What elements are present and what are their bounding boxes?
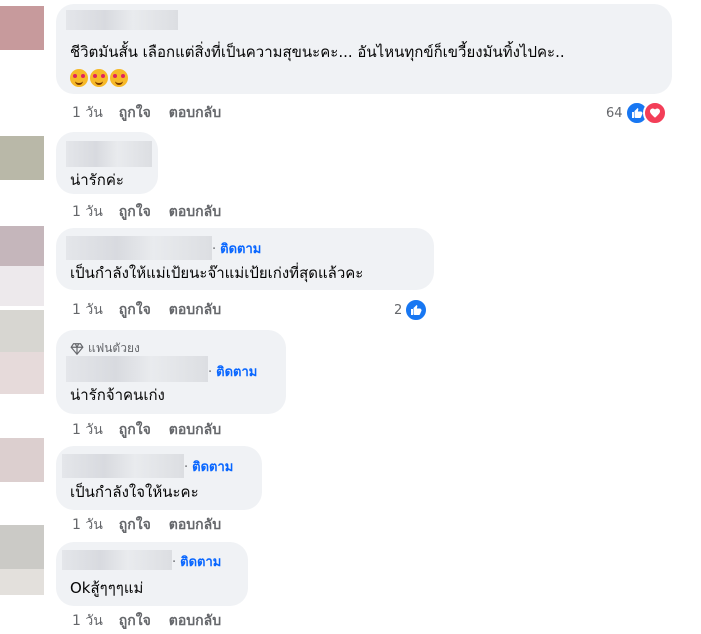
- thumbs-up-icon: [404, 298, 429, 322]
- commenter-name[interactable]: [66, 356, 208, 382]
- reply-button[interactable]: ตอบกลับ: [169, 302, 221, 318]
- timestamp-link[interactable]: 1 วัน: [72, 517, 103, 533]
- avatar[interactable]: [0, 136, 44, 180]
- comment-actions: 1 วัน ถูกใจ ตอบกลับ: [72, 516, 239, 534]
- like-button[interactable]: ถูกใจ: [119, 105, 151, 121]
- heart-icon: [642, 101, 667, 125]
- smiling-face-with-hearts-icon: [110, 68, 128, 87]
- comment-actions: 1 วัน ถูกใจ ตอบกลับ: [72, 203, 239, 221]
- emoji-group: [70, 67, 130, 87]
- reaction-summary[interactable]: 64: [606, 101, 667, 125]
- comment-actions: 1 วัน ถูกใจ ตอบกลับ: [72, 104, 239, 122]
- comment-text: เป็นกำลังใจให้นะคะ: [70, 483, 199, 501]
- follow-link[interactable]: · ติดตาม: [172, 554, 221, 572]
- smiling-face-with-hearts-icon: [90, 68, 108, 87]
- avatar[interactable]: [0, 525, 44, 569]
- reaction-count: 64: [606, 105, 623, 121]
- timestamp-link[interactable]: 1 วัน: [72, 105, 103, 121]
- reply-button[interactable]: ตอบกลับ: [169, 613, 221, 629]
- like-button[interactable]: ถูกใจ: [119, 422, 151, 438]
- comment-actions: 1 วัน ถูกใจ ตอบกลับ: [72, 301, 239, 319]
- commenter-name[interactable]: [66, 10, 178, 30]
- reaction-summary[interactable]: 2: [394, 298, 429, 322]
- reply-button[interactable]: ตอบกลับ: [169, 105, 221, 121]
- comment-text: น่ารักค่ะ: [70, 171, 124, 189]
- timestamp-link[interactable]: 1 วัน: [72, 422, 103, 438]
- timestamp-link[interactable]: 1 วัน: [72, 204, 103, 220]
- like-button[interactable]: ถูกใจ: [119, 613, 151, 629]
- comment-text: Okสู้ๆๆๆแม่: [70, 579, 144, 597]
- timestamp-link[interactable]: 1 วัน: [72, 613, 103, 629]
- comment-text: เป็นกำลังให้แม่เป้ยนะจ๊าแม่เป้ยเก่งที่สุ…: [70, 264, 364, 282]
- commenter-name[interactable]: [62, 550, 172, 570]
- comment-actions: 1 วัน ถูกใจ ตอบกลับ: [72, 612, 239, 630]
- like-button[interactable]: ถูกใจ: [119, 302, 151, 318]
- like-button[interactable]: ถูกใจ: [119, 517, 151, 533]
- smiling-face-with-hearts-icon: [70, 68, 88, 87]
- commenter-name[interactable]: [62, 454, 184, 478]
- commenter-name[interactable]: [66, 236, 212, 260]
- comment-text: น่ารักจ้าคนเก่ง: [70, 386, 165, 404]
- like-button[interactable]: ถูกใจ: [119, 204, 151, 220]
- comment-actions: 1 วัน ถูกใจ ตอบกลับ: [72, 421, 239, 439]
- avatar[interactable]: [0, 352, 44, 394]
- commenter-name[interactable]: [66, 141, 152, 167]
- reply-button[interactable]: ตอบกลับ: [169, 204, 221, 220]
- avatar[interactable]: [0, 310, 44, 352]
- reaction-count: 2: [394, 302, 403, 318]
- avatar[interactable]: [0, 569, 44, 595]
- reply-button[interactable]: ตอบกลับ: [169, 422, 221, 438]
- reply-button[interactable]: ตอบกลับ: [169, 517, 221, 533]
- avatar[interactable]: [0, 438, 44, 482]
- follow-link[interactable]: · ติดตาม: [208, 364, 257, 382]
- diamond-icon: [70, 342, 84, 355]
- follow-link[interactable]: · ติดตาม: [212, 241, 261, 259]
- timestamp-link[interactable]: 1 วัน: [72, 302, 103, 318]
- avatar[interactable]: [0, 6, 44, 50]
- follow-link[interactable]: · ติดตาม: [184, 459, 233, 477]
- avatar[interactable]: [0, 266, 44, 306]
- avatar[interactable]: [0, 226, 44, 266]
- comment-text: ชีวิตมันสั้น เลือกแต่สิ่งที่เป็นความสุขน…: [70, 43, 565, 61]
